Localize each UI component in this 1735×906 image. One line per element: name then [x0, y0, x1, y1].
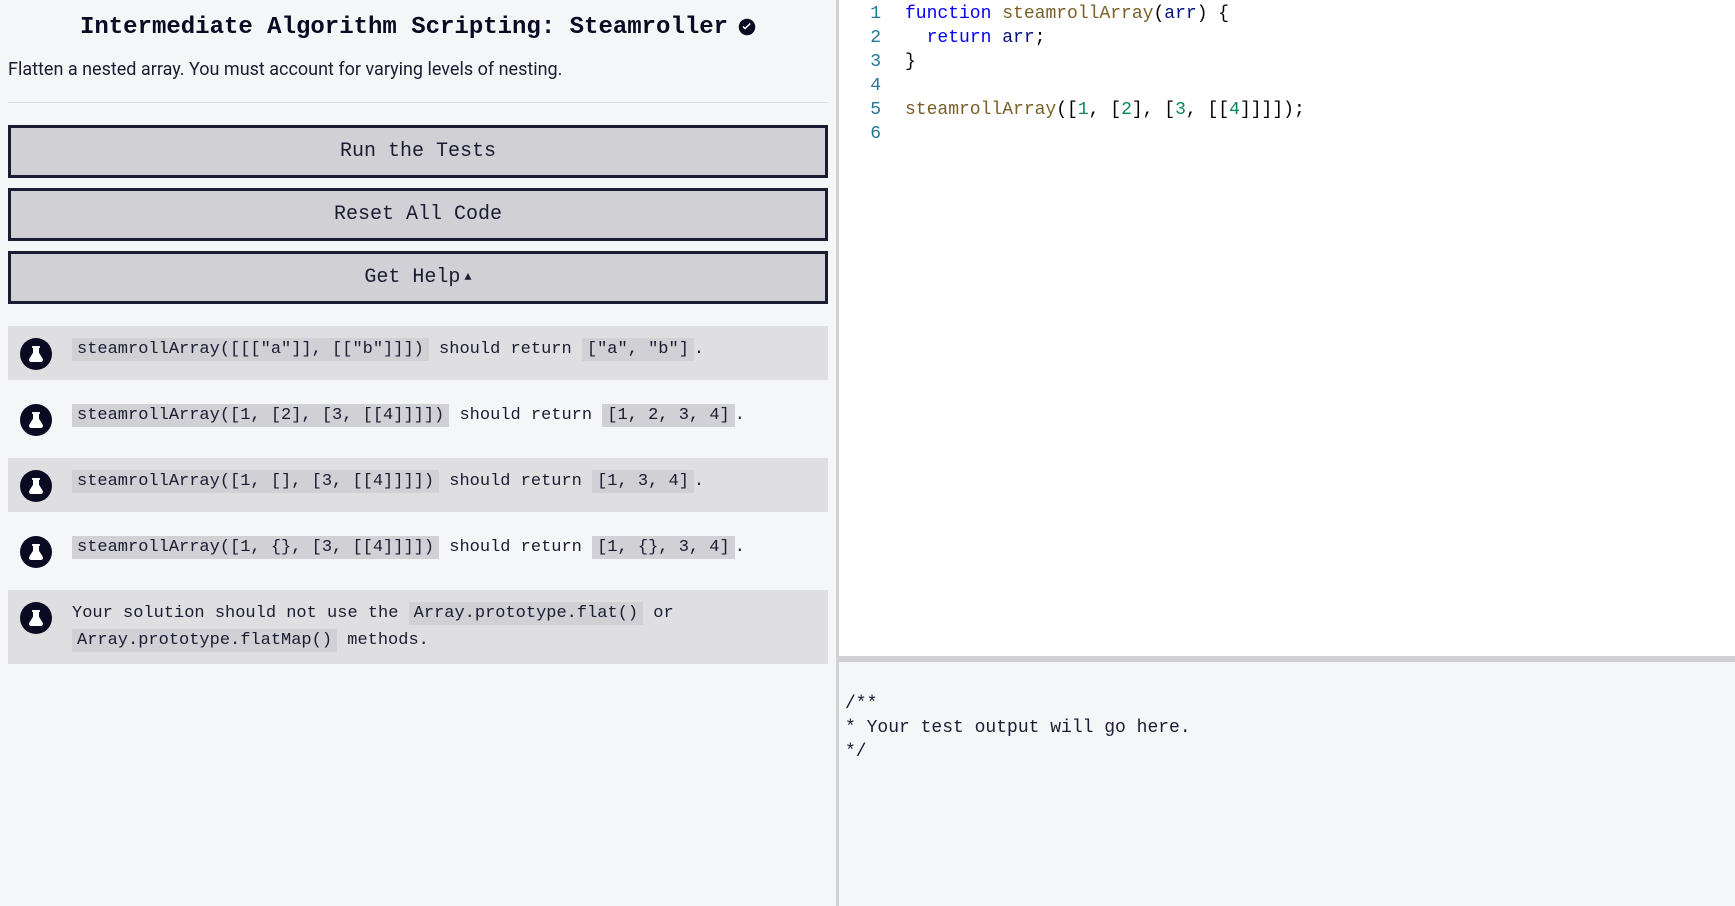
line-number: 3	[839, 50, 895, 74]
test-text: steamrollArray([1, [], [3, [[4]]]]) shou…	[72, 468, 816, 495]
get-help-button[interactable]: Get Help▲	[8, 251, 828, 304]
editor-and-output: 123456 function steamrollArray(arr) { re…	[836, 0, 1735, 906]
line-number-gutter: 123456	[839, 0, 895, 656]
reset-code-button[interactable]: Reset All Code	[8, 188, 828, 241]
code-line[interactable]	[905, 122, 1305, 146]
test-row: steamrollArray([1, [], [3, [[4]]]]) shou…	[8, 458, 828, 512]
test-text: steamrollArray([[["a"]], [["b"]]]) shoul…	[72, 336, 816, 363]
challenge-description: Flatten a nested array. You must account…	[8, 59, 828, 80]
test-row: steamrollArray([1, [2], [3, [[4]]]]) sho…	[8, 392, 828, 446]
challenge-title-row: Intermediate Algorithm Scripting: Steamr…	[8, 14, 828, 41]
code-line[interactable]: steamrollArray([1, [2], [3, [[4]]]]);	[905, 98, 1305, 122]
test-row: steamrollArray([[["a"]], [["b"]]]) shoul…	[8, 326, 828, 380]
run-tests-button[interactable]: Run the Tests	[8, 125, 828, 178]
code-area[interactable]: function steamrollArray(arr) { return ar…	[895, 0, 1305, 656]
flask-icon	[20, 470, 52, 502]
line-number: 1	[839, 2, 895, 26]
caret-up-icon: ▲	[464, 270, 471, 284]
instructions-panel: Intermediate Algorithm Scripting: Steamr…	[0, 0, 836, 906]
flask-icon	[20, 602, 52, 634]
test-text: steamrollArray([1, [2], [3, [[4]]]]) sho…	[72, 402, 816, 429]
completed-check-icon	[738, 18, 756, 40]
line-number: 2	[839, 26, 895, 50]
tests-list: steamrollArray([[["a"]], [["b"]]]) shoul…	[8, 326, 828, 664]
code-line[interactable]: }	[905, 50, 1305, 74]
line-number: 6	[839, 122, 895, 146]
flask-icon	[20, 404, 52, 436]
test-text: Your solution should not use the Array.p…	[72, 600, 816, 654]
code-line[interactable]: function steamrollArray(arr) {	[905, 2, 1305, 26]
code-line[interactable]	[905, 74, 1305, 98]
test-row: steamrollArray([1, {}, [3, [[4]]]]) shou…	[8, 524, 828, 578]
flask-icon	[20, 338, 52, 370]
test-text: steamrollArray([1, {}, [3, [[4]]]]) shou…	[72, 534, 816, 561]
code-line[interactable]: return arr;	[905, 26, 1305, 50]
test-row: Your solution should not use the Array.p…	[8, 590, 828, 664]
line-number: 4	[839, 74, 895, 98]
output-console: /** * Your test output will go here. */	[839, 656, 1735, 906]
challenge-title: Intermediate Algorithm Scripting: Steamr…	[80, 14, 728, 41]
code-editor[interactable]: 123456 function steamrollArray(arr) { re…	[839, 0, 1735, 656]
divider	[8, 102, 828, 103]
flask-icon	[20, 536, 52, 568]
line-number: 5	[839, 98, 895, 122]
